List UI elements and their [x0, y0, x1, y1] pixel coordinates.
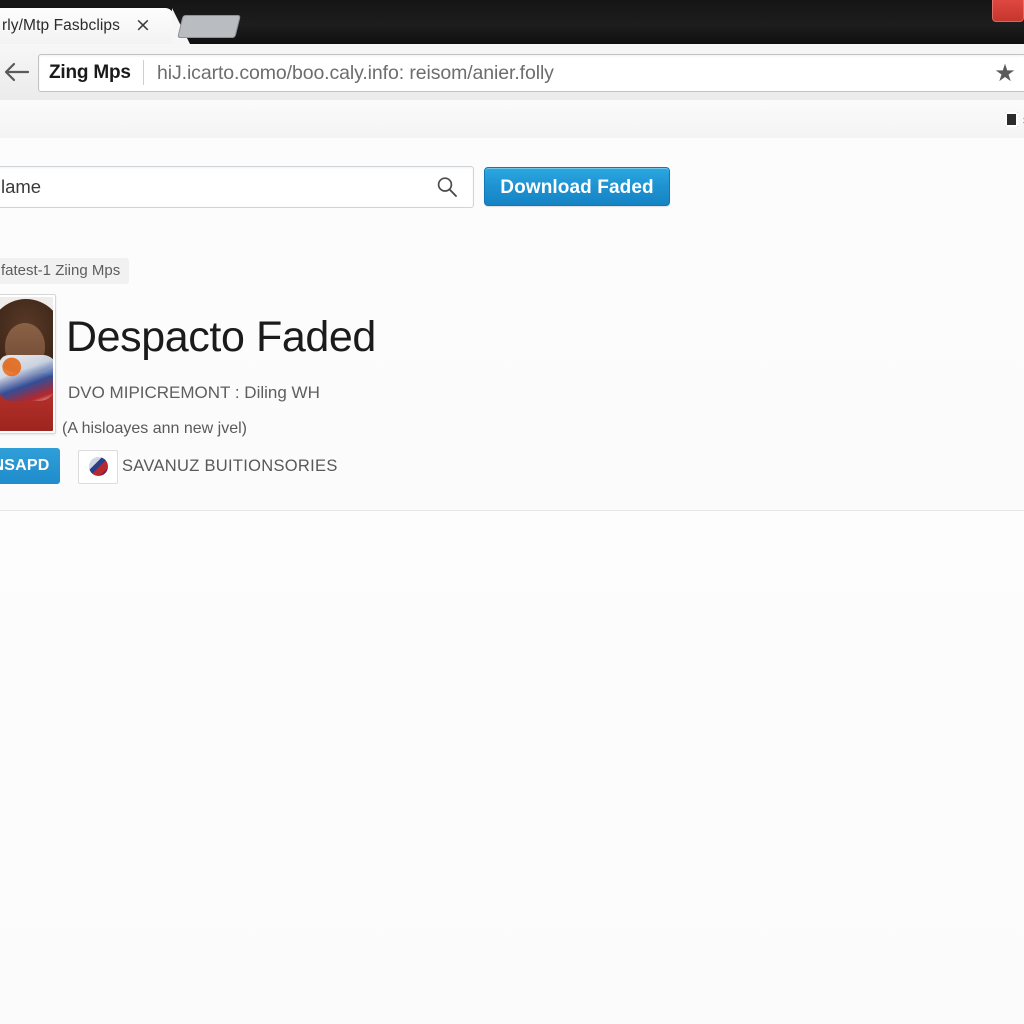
browser-window: rly/Mtp Fasbclips × Zing Mps hiJ.icarto.… [0, 0, 1024, 1024]
download-button[interactable]: Download Faded [484, 167, 670, 206]
bookmarks-bar: s [0, 100, 1024, 139]
lower-content-pane [0, 511, 1024, 1024]
secondary-download-button[interactable]: NSAPD [0, 448, 60, 484]
new-tab-button[interactable] [177, 15, 241, 38]
search-icon[interactable] [435, 175, 459, 199]
browser-tab[interactable]: rly/Mtp Fasbclips × [0, 8, 190, 44]
address-bar[interactable]: Zing Mps hiJ.icarto.como/boo.caly.info: … [38, 54, 1024, 92]
action-row: NSAPD SAVANUZ BUITIONSORIES [0, 448, 1024, 484]
tab-strip: rly/Mtp Fasbclips × [0, 0, 1024, 44]
browser-toolbar: Zing Mps hiJ.icarto.como/boo.caly.info: … [0, 44, 1024, 101]
meta-line-primary: DVO MIPICREMONT : Diling WH [68, 383, 320, 402]
address-bar-url[interactable]: hiJ.icarto.como/boo.caly.info: reisom/an… [157, 61, 981, 85]
source-badge-icon [89, 457, 108, 476]
source-icon-tile[interactable] [78, 450, 118, 484]
site-identity-chip[interactable]: Zing Mps [49, 60, 144, 85]
track-thumbnail[interactable] [0, 294, 56, 434]
tab-close-icon[interactable]: × [134, 16, 152, 35]
page-title: Despacto Faded [66, 313, 376, 361]
tab-title: rly/Mtp Fasbclips [2, 17, 120, 34]
thumbnail-artwork [0, 297, 53, 431]
breadcrumb[interactable]: fatest-1 Ziing Mps [0, 258, 130, 284]
search-row: Download Faded [0, 166, 1024, 208]
meta-line-secondary: (A hisloayes ann new jvel) [62, 420, 247, 437]
bookmark-item[interactable]: s [1005, 108, 1024, 130]
bookmark-star-icon[interactable]: ★ [993, 61, 1017, 86]
bookmark-page-icon [1005, 111, 1018, 127]
thumbnail-foreground-object [0, 355, 53, 401]
window-close-button[interactable] [992, 0, 1024, 22]
source-label: SAVANUZ BUITIONSORIES [122, 457, 338, 475]
search-input[interactable] [0, 167, 403, 207]
back-arrow-icon[interactable] [0, 58, 34, 86]
search-field[interactable] [0, 166, 474, 208]
page-content: Download Faded fatest-1 Ziing Mps Despac… [0, 138, 1024, 1024]
